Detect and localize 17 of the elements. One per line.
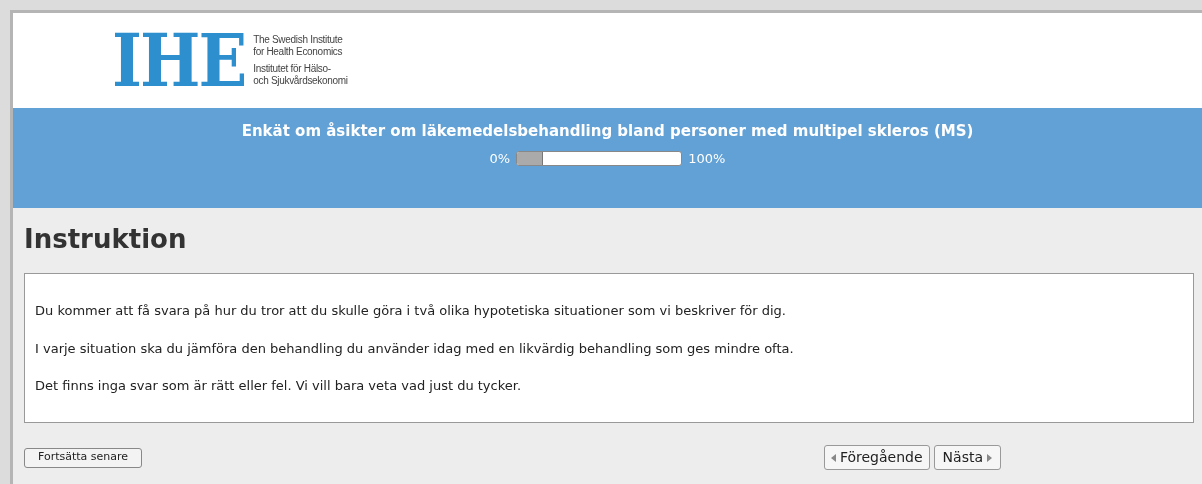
progress-end-label: 100%: [688, 149, 726, 168]
logo-text: The Swedish Institute: [253, 34, 344, 46]
logo-text: Institutet för Hälso-: [253, 63, 332, 75]
logo-text: och Sjukvårdsekonomi: [253, 75, 348, 87]
survey-title: Enkät om åsikter om läkemedelsbehandling bland personer med multipel skleros (MS): [241, 121, 974, 142]
progress-start-label: 0%: [489, 149, 511, 168]
instruction-text: Det finns inga svar som är rätt eller fel. Vi vill bara veta vad just du tycker.: [35, 377, 522, 395]
logo-mark: IHE: [112, 23, 246, 98]
previous-button[interactable]: Föregående: [823, 445, 930, 470]
section-heading: Instruktion: [24, 223, 187, 256]
left-caret-icon: [830, 453, 836, 462]
continue-later-button[interactable]: Fortsätta senare: [24, 447, 143, 468]
next-button[interactable]: Nästa: [933, 445, 1001, 470]
logo-text: for Health Economics: [253, 46, 344, 58]
instruction-text: Du kommer att få svara på hur du tror att du skulle göra i två olika hypotetiska situationer som vi beskriver för dig.: [35, 302, 786, 320]
instruction-text: I varje situation ska du jämföra den behandling du använder idag med en likvärdig behandling som ges mindre ofta.: [35, 339, 794, 358]
right-caret-icon: [987, 453, 992, 462]
